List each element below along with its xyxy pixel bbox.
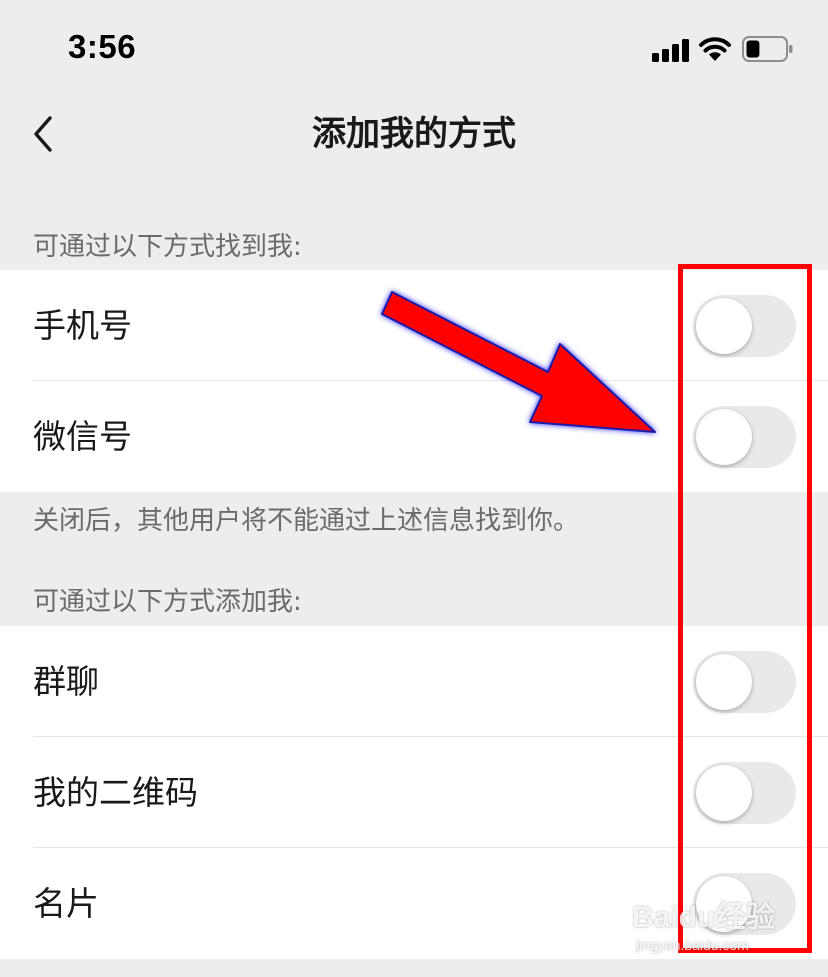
chevron-left-icon[interactable] — [26, 112, 60, 156]
watermark: Baidu经验 jingyan.baidu.com — [632, 900, 822, 970]
list-item-label: 我的二维码 — [33, 773, 198, 812]
status-bar: 3:56 — [0, 0, 828, 100]
wifi-icon — [699, 37, 731, 61]
list-item-label: 手机号 — [33, 306, 132, 345]
watermark-url: jingyan.baidu.com — [636, 937, 749, 953]
find-section-note: 关闭后，其他用户将不能通过上述信息找到你。 — [33, 506, 580, 536]
red-highlight-box — [678, 264, 812, 953]
watermark-logo: Baidu经验 — [632, 901, 776, 934]
cellular-signal-icon — [652, 38, 690, 62]
status-time: 3:56 — [68, 28, 137, 65]
red-arrow-annotation — [381, 291, 656, 433]
list-item-label: 名片 — [33, 884, 99, 923]
page-title: 添加我的方式 — [312, 114, 516, 154]
list-item-label: 群聊 — [33, 662, 99, 701]
navigation-bar: 添加我的方式 — [0, 100, 828, 170]
battery-icon — [742, 36, 793, 62]
add-section-header: 可通过以下方式添加我: — [33, 587, 302, 617]
list-item-label: 微信号 — [33, 417, 132, 456]
find-section-header: 可通过以下方式找到我: — [33, 232, 302, 262]
